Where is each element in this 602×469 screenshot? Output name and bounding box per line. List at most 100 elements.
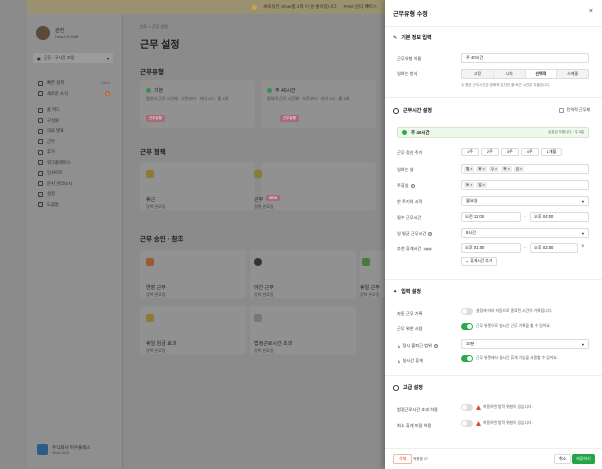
new-badge: NEW xyxy=(266,195,281,201)
sidebar-item-members[interactable]: 구성원 xyxy=(38,116,110,127)
period-4w[interactable]: 4주 xyxy=(520,148,539,156)
period-1w[interactable]: 1주 xyxy=(461,148,479,156)
profile[interactable]: 관진 Head of Staff xyxy=(36,26,78,40)
sidebar-item-label: 설정 xyxy=(47,191,55,197)
worktype-name-input[interactable]: 주 40시간 xyxy=(461,53,589,63)
gear-icon xyxy=(393,384,399,391)
label-text: 일 평균 근무시간 xyxy=(397,231,427,236)
days-select[interactable]: 월 × 화 × 수 × 목 × 금 × xyxy=(461,164,589,174)
sidebar-item-settings[interactable]: 설정 xyxy=(38,189,110,200)
sidebar-item-search[interactable]: 빠른 검색 Ctrl K xyxy=(38,78,110,89)
help-icon[interactable]: ? xyxy=(428,232,433,236)
banner-link[interactable]: PAID 원더 캐리스 xyxy=(343,4,376,10)
period-1m[interactable]: 1개월 xyxy=(540,148,563,156)
round-label: ↳ 정시 출퇴근 범위? xyxy=(397,343,438,349)
chip-text: 화 xyxy=(478,166,482,171)
day-chip[interactable]: 수 × xyxy=(488,166,500,172)
help-icon[interactable]: ? xyxy=(410,184,415,188)
break-end-input[interactable]: 오후 02:00 xyxy=(530,243,578,253)
warning-icon xyxy=(476,405,481,410)
period-3w[interactable]: 3주 xyxy=(500,148,519,156)
gear-icon xyxy=(38,191,43,197)
day-chip[interactable]: 금 × xyxy=(513,166,525,172)
delete-button[interactable]: 삭제 xyxy=(393,454,413,464)
method-option-selective[interactable]: 선택적 xyxy=(525,70,558,78)
section-title-text: 기본 정보 입력 xyxy=(401,35,432,41)
card-title: 법정근로시간 초과 xyxy=(254,341,293,347)
fire-icon xyxy=(146,258,154,266)
core-hours-label: 필수 근무시간 xyxy=(397,215,422,220)
overtime-label: 법정근로시간 초과 허용 xyxy=(397,407,438,412)
sidebar-item-work[interactable]: 근무 xyxy=(38,137,110,148)
close-icon[interactable]: × xyxy=(366,4,370,10)
policy-card[interactable] xyxy=(140,162,255,210)
section-record-title: ✦ 입력 설정 xyxy=(393,288,421,296)
core-end-input[interactable]: 오후 04:00 xyxy=(530,212,589,222)
auto-record-toggle[interactable] xyxy=(461,308,473,315)
sidebar-item-leave[interactable]: 휴가 xyxy=(38,147,110,158)
card-subtitle: 정책 완료됨 xyxy=(146,348,166,353)
daily-hours-select[interactable]: 8시간 ▾ xyxy=(461,228,589,238)
widget-use-toggle[interactable] xyxy=(461,323,473,330)
checkbox-label: 탄력적 근무제 xyxy=(566,107,590,112)
widget-use-desc: 근무 위젯으로 실시간 근무 기록을 할 수 있어요. xyxy=(476,324,551,328)
day-chip[interactable]: 토 × xyxy=(464,182,475,188)
cancel-button[interactable]: 취소 xyxy=(554,454,572,464)
label-text: 주휴일 xyxy=(397,183,409,188)
day-chip[interactable]: 일 × xyxy=(476,182,487,188)
sidebar-item-docs[interactable]: 문서 관리보시 xyxy=(38,179,110,190)
period-options: 1주 2주 3주 4주 1개월 xyxy=(461,148,563,156)
range-separator: ~ xyxy=(524,245,527,250)
close-icon[interactable]: × xyxy=(589,8,593,15)
workspace-selector[interactable]: ▣ 근무 · 구시간 조정 ▾ xyxy=(33,53,113,63)
card-title: 야간 근무 xyxy=(254,285,274,291)
card-subtitle: 평일의 근무 시간제 · 오전부터 · 저녁 1시 · 월 1회 xyxy=(146,96,229,101)
money-icon xyxy=(146,314,154,322)
sidebar-item-help[interactable]: 도움말 xyxy=(38,200,110,211)
help-icon[interactable]: ? xyxy=(433,344,438,348)
sidebar-item-home[interactable]: 홈 피드 xyxy=(38,105,110,116)
card-title: 근무 xyxy=(254,197,264,203)
holiday-select[interactable]: 토 × 일 × xyxy=(461,180,589,190)
overtime-toggle[interactable] xyxy=(461,404,473,411)
banner-title: 주 40시간 xyxy=(411,129,430,135)
sidebar-item-notice[interactable]: 의료 발표 xyxy=(38,126,110,137)
realtime-break-toggle[interactable] xyxy=(461,355,473,362)
break-start-input[interactable]: 오후 01:00 xyxy=(461,243,521,253)
remove-icon[interactable]: × xyxy=(581,244,585,250)
select-value: 8시간 xyxy=(466,230,477,235)
day-chip[interactable]: 목 × xyxy=(501,166,512,172)
policy-card[interactable] xyxy=(261,162,376,210)
help-icon xyxy=(38,202,43,208)
chevron-down-icon: ▾ xyxy=(581,198,584,204)
core-start-input[interactable]: 오전 11:00 xyxy=(461,212,521,222)
label-text: 추천 휴게시간 xyxy=(397,246,422,251)
period-2w[interactable]: 2주 xyxy=(480,148,499,156)
sidebar-item-insight[interactable]: 인사이트 xyxy=(38,168,110,179)
sidebar-item-news[interactable]: 새로운 소식 1 xyxy=(38,89,110,100)
day-chip[interactable]: 화 × xyxy=(476,166,487,172)
add-break-button[interactable]: + 휴게시간 추가 xyxy=(461,257,498,266)
sidebar-item-workplace[interactable]: 워크플레이스 xyxy=(38,158,110,169)
method-option-staggered[interactable]: 시차 xyxy=(493,70,526,78)
shortcut-hint: Ctrl K xyxy=(101,81,110,86)
sidebar-item-label: 근무 xyxy=(47,138,55,144)
checkbox-box xyxy=(558,107,564,113)
round-select[interactable]: 10분 ▾ xyxy=(461,339,589,349)
hours-summary-banner: 주 40시간 유효성 오합니다 · 주 5일 xyxy=(397,127,589,138)
card-title: 주 40시간 xyxy=(275,88,296,94)
sidebar-item-label: 구성원 xyxy=(47,117,59,123)
holiday-label: 주휴일? xyxy=(397,183,415,189)
weekstart-select[interactable]: 월요일 ▾ xyxy=(461,196,589,206)
min-break-toggle[interactable] xyxy=(461,420,473,427)
bell-icon xyxy=(252,4,258,10)
card-subtitle: 평일의 근무 시간제 · 오전부터 · 저녁 1시 · 월 1회 xyxy=(267,96,350,101)
flex-work-checkbox[interactable]: 탄력적 근무제 xyxy=(558,107,590,113)
day-chip[interactable]: 월 × xyxy=(464,166,475,172)
panel-footer: 삭제 적용중 27 취소 저장하기 xyxy=(385,448,602,469)
company-since: Since 2001 xyxy=(52,450,70,455)
save-button[interactable]: 저장하기 xyxy=(572,454,595,464)
method-option-fixed[interactable]: 고정 xyxy=(462,70,494,78)
method-option-schedule[interactable]: 스케줄 xyxy=(557,70,588,78)
name-label: 근무유형 이름 xyxy=(397,56,422,61)
